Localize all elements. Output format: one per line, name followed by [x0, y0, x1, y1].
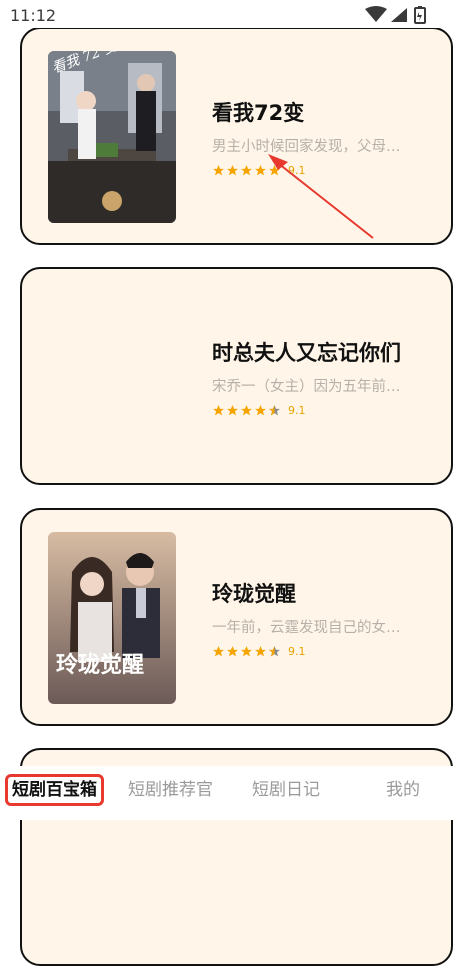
star-half-icon [269, 645, 280, 656]
star-rating [212, 404, 281, 417]
drama-description: 宋乔一（女主）因为五年前… [212, 379, 401, 395]
drama-poster[interactable]: 玲珑觉醒 [48, 532, 176, 704]
rating-score: 9.1 [288, 403, 306, 417]
drama-card[interactable]: 时总夫人又忘记你们 宋乔一（女主）因为五年前… 9.1 [20, 267, 453, 485]
rating-row: 9.1 [212, 643, 306, 659]
star-icon [241, 645, 252, 656]
star-icon [241, 404, 252, 415]
star-icon [255, 645, 266, 656]
star-icon [213, 404, 224, 415]
rating-row: 9.1 [212, 402, 306, 418]
drama-title[interactable]: 玲珑觉醒 [212, 578, 296, 608]
drama-title[interactable]: 时总夫人又忘记你们 [212, 337, 401, 367]
wifi-icon [365, 6, 387, 22]
star-rating [212, 645, 281, 658]
star-icon [213, 164, 224, 175]
star-icon [227, 164, 238, 175]
drama-poster[interactable]: 看我 72 变 [48, 51, 176, 223]
rating-score: 9.1 [288, 644, 306, 658]
star-half-icon [269, 404, 280, 415]
bottom-tab-bar: 短剧百宝箱 短剧推荐官 短剧日记 我的 [0, 766, 461, 820]
tab-treasure-box[interactable]: 短剧百宝箱 [5, 774, 104, 806]
drama-title[interactable]: 看我72变 [212, 97, 304, 127]
star-icon [241, 164, 252, 175]
status-bar: 11:12 [0, 0, 461, 28]
poster-title-text: 玲珑觉醒 [56, 652, 144, 678]
drama-card[interactable]: 玲珑觉醒 玲珑觉醒 一年前，云霆发现自己的女… 9.1 [20, 508, 453, 726]
star-icon [227, 404, 238, 415]
annotation-arrow-icon [268, 154, 374, 239]
star-icon [213, 645, 224, 656]
tab-mine[interactable]: 我的 [386, 774, 420, 806]
drama-poster-empty [48, 291, 176, 463]
star-icon [255, 404, 266, 415]
status-time: 11:12 [10, 6, 57, 25]
signal-icon [391, 8, 407, 22]
drama-card[interactable]: 看我 72 变 看我72变 男主小时候回家发现，父母… 9.1 [20, 27, 453, 245]
tab-recommender[interactable]: 短剧推荐官 [128, 774, 213, 806]
star-icon [227, 645, 238, 656]
battery-icon [414, 6, 426, 24]
tab-diary[interactable]: 短剧日记 [252, 774, 320, 806]
status-icons [365, 6, 431, 24]
drama-description: 一年前，云霆发现自己的女… [212, 620, 401, 636]
